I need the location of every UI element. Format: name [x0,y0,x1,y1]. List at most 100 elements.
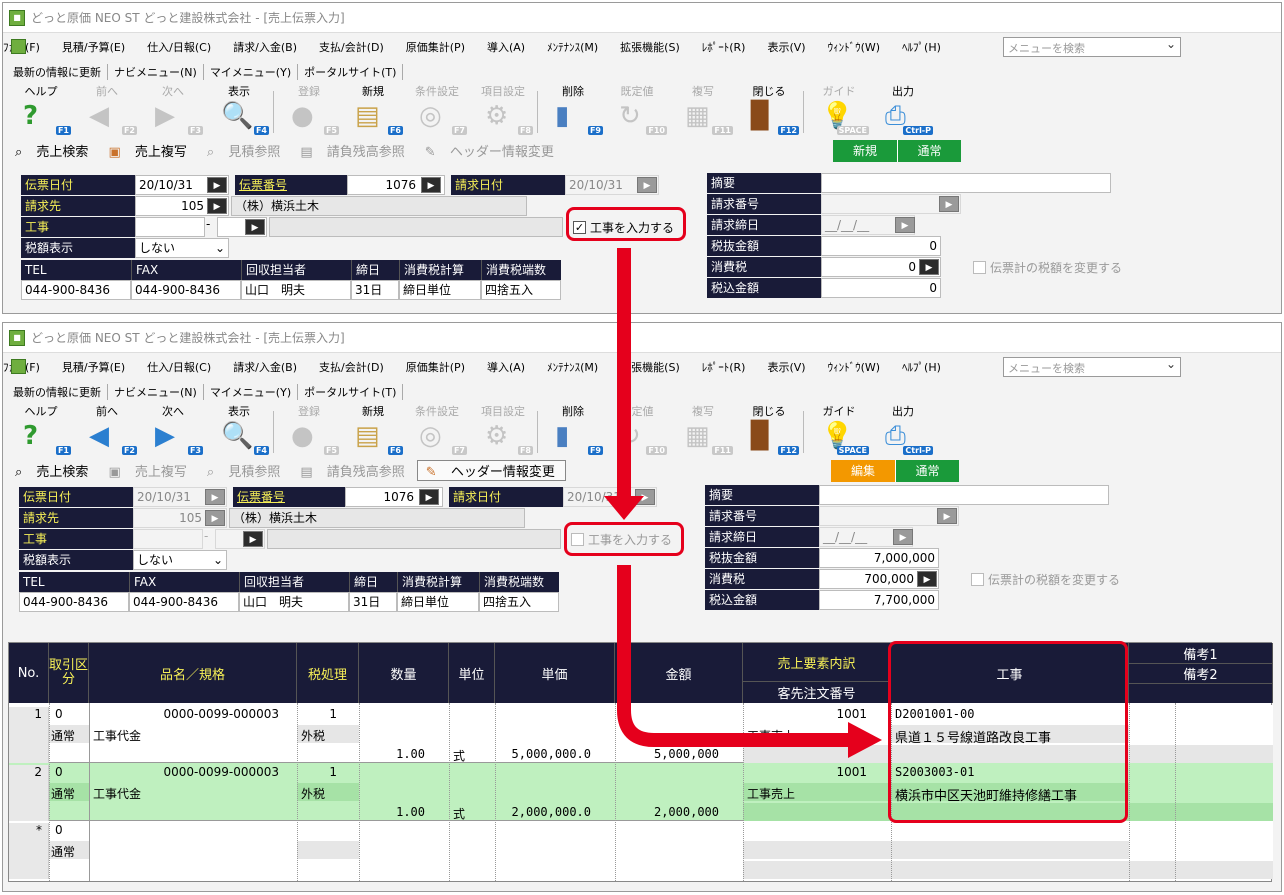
output-button[interactable]: 出力 ⎙ Ctrl-P [871,85,935,137]
menu-billing[interactable]: 請求/入金(B) [233,359,297,375]
new-button[interactable]: 新規 ▤ F6 [341,405,405,457]
register-button[interactable]: 登録 ● F5 [277,405,341,457]
bill-date-picker-button[interactable]: ▶ [635,489,655,505]
estimate-ref-button[interactable]: ⌕ 見積参照 [199,461,290,480]
menu-extensions[interactable]: 拡張機能(S) [620,39,680,55]
estimate-ref-button[interactable]: ⌕ 見積参照 [199,141,290,160]
condition-button[interactable]: 条件設定 ◎ F7 [405,85,469,137]
portal-link[interactable]: ポータルサイト(T) [298,384,404,400]
navi-menu-link[interactable]: ナビメニュー(N) [108,64,204,80]
menu-setup[interactable]: 導入(A) [487,359,525,375]
menu-setup[interactable]: 導入(A) [487,39,525,55]
refresh-link[interactable]: 最新の情報に更新 [7,64,108,80]
change-tax-checkbox[interactable]: 伝票計の税額を変更する [971,571,1120,588]
guide-button[interactable]: ガイド 💡 SPACE [807,85,871,137]
close-button[interactable]: 閉じる ▉ F12 [737,405,801,457]
view-button[interactable]: 表示 🔍 F4 [207,85,271,137]
menu-billing[interactable]: 請求/入金(B) [233,39,297,55]
menu-maintenance[interactable]: ﾒﾝﾃﾅﾝｽ(M) [547,39,598,55]
menu-payment[interactable]: 支払/会計(D) [319,39,384,55]
menu-view[interactable]: 表示(V) [767,359,805,375]
summary-billclose-button[interactable]: ▶ [895,217,915,233]
prev-button[interactable]: 前へ ◀ F2 [75,405,139,457]
info-header-close: 締日 [349,572,397,592]
delete-button[interactable]: 削除 ▮ F9 [541,85,605,137]
view-button[interactable]: 表示 🔍 F4 [207,405,271,457]
guide-button[interactable]: ガイド 💡 SPACE [807,405,871,457]
menu-extensions[interactable]: 拡張機能(S) [620,359,680,375]
summary-memo-field[interactable] [821,173,1111,193]
menu-help[interactable]: ﾍﾙﾌﾟ(H) [902,359,941,375]
summary-billclose-button[interactable]: ▶ [893,529,913,545]
help-button[interactable]: ヘルプ? F1 [9,85,73,137]
header-change-button[interactable]: ✎ ヘッダー情報変更 [416,459,566,481]
menu-report[interactable]: ﾚﾎﾟｰﾄ(R) [702,39,746,55]
menu-report[interactable]: ﾚﾎﾟｰﾄ(R) [702,359,746,375]
item-settings-button[interactable]: 項目設定 ⚙ F8 [471,85,535,137]
slip-date-picker-button[interactable]: ▶ [205,489,225,505]
next-button[interactable]: 次へ ▶ F3 [141,85,205,137]
menu-app-icon[interactable] [11,39,26,54]
customer-search-button[interactable]: ▶ [207,198,227,214]
project-search-button[interactable]: ▶ [243,531,263,547]
summary-tax-button[interactable]: ▶ [917,571,937,587]
output-button[interactable]: 出力 ⎙ Ctrl-P [871,405,935,457]
condition-button[interactable]: 条件設定 ◎ F7 [405,405,469,457]
menu-search-input[interactable]: メニューを検索 [1003,357,1181,377]
summary-tax-button[interactable]: ▶ [919,259,939,275]
summary-billno-button[interactable]: ▶ [937,508,957,524]
menu-cost[interactable]: 原価集計(P) [406,359,465,375]
project-search-button[interactable]: ▶ [245,219,265,235]
sales-copy-button[interactable]: ▣ 売上複写 [100,141,196,160]
my-menu-link[interactable]: マイメニュー(Y) [204,64,299,80]
customer-search-button[interactable]: ▶ [205,510,225,526]
refresh-link[interactable]: 最新の情報に更新 [7,384,108,400]
item-settings-button[interactable]: 項目設定 ⚙ F8 [471,405,535,457]
project-code-field[interactable] [135,217,205,237]
slip-no-button[interactable]: ▶ [419,489,439,505]
menu-search-input[interactable]: メニューを検索 [1003,37,1181,57]
close-button[interactable]: 閉じる ▉ F12 [737,85,801,137]
header-change-button[interactable]: ✎ ヘッダー情報変更 [417,141,564,160]
next-button[interactable]: 次へ ▶ F3 [141,405,205,457]
slip-date-picker-button[interactable]: ▶ [207,177,227,193]
default-button[interactable]: 既定値 ↻ F10 [605,405,669,457]
summary-memo-field[interactable] [819,485,1109,505]
contract-balance-button[interactable]: ▤ 請負残高参照 [292,461,414,480]
delete-button[interactable]: 削除 ▮ F9 [541,405,605,457]
new-button[interactable]: 新規 ▤ F6 [341,85,405,137]
menu-purchase[interactable]: 仕入/日報(C) [147,39,211,55]
menu-window[interactable]: ｳｨﾝﾄﾞｳ(W) [828,39,880,55]
default-button[interactable]: 既定値 ↻ F10 [605,85,669,137]
menu-app-icon[interactable] [11,359,26,374]
help-button[interactable]: ヘルプ? F1 [9,405,73,457]
sales-search-button[interactable]: ⌕ 売上検索 [7,141,98,160]
sales-copy-button[interactable]: ▣ 売上複写 [100,461,196,480]
tax-display-select[interactable]: しない ⌄ [135,238,229,258]
register-button[interactable]: 登録 ● F5 [277,85,341,137]
app-icon: ■ [9,329,25,346]
navi-menu-link[interactable]: ナビメニュー(N) [108,384,204,400]
menu-purchase[interactable]: 仕入/日報(C) [147,359,211,375]
copy-button[interactable]: 複写 ▦ F11 [671,405,735,457]
menu-window[interactable]: ｳｨﾝﾄﾞｳ(W) [828,359,880,375]
sales-search-button[interactable]: ⌕ 売上検索 [7,461,98,480]
portal-link[interactable]: ポータルサイト(T) [298,64,404,80]
slip-no-button[interactable]: ▶ [421,177,441,193]
menu-view[interactable]: 表示(V) [767,39,805,55]
menu-cost[interactable]: 原価集計(P) [406,39,465,55]
tax-display-select[interactable]: しない ⌄ [133,550,227,570]
menu-help[interactable]: ﾍﾙﾌﾟ(H) [902,39,941,55]
menu-estimate[interactable]: 見積/予算(E) [62,39,125,55]
menu-payment[interactable]: 支払/会計(D) [319,359,384,375]
summary-billno-button[interactable]: ▶ [939,196,959,212]
contract-balance-button[interactable]: ▤ 請負残高参照 [292,141,414,160]
my-menu-link[interactable]: マイメニュー(Y) [204,384,299,400]
menu-estimate[interactable]: 見積/予算(E) [62,359,125,375]
menu-maintenance[interactable]: ﾒﾝﾃﾅﾝｽ(M) [547,359,598,375]
prev-button[interactable]: 前へ ◀ F2 [75,85,139,137]
table-row-new[interactable]: * 0 通常 [9,821,1273,879]
bill-date-picker-button[interactable]: ▶ [637,177,657,193]
copy-button[interactable]: 複写 ▦ F11 [671,85,735,137]
change-tax-checkbox[interactable]: 伝票計の税額を変更する [973,259,1122,276]
